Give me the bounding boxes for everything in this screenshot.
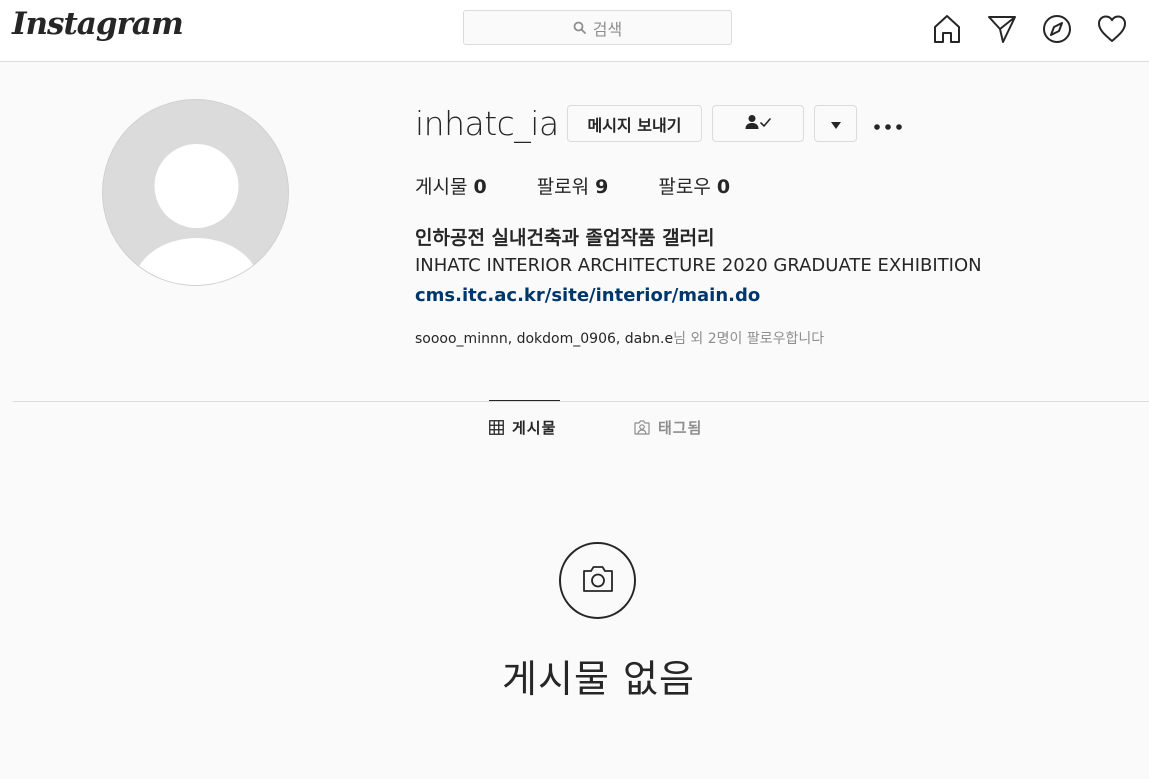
suggestions-dropdown-button[interactable] (814, 105, 857, 142)
stat-posts-label: 게시물 (415, 176, 468, 198)
followed-by-suffix: 님 외 2명이 팔로우합니다 (673, 331, 825, 347)
home-icon[interactable] (930, 12, 964, 46)
profile-username: inhatc_ia (415, 104, 559, 143)
tab-posts-label: 게시물 (512, 418, 557, 437)
default-avatar-icon (103, 100, 288, 285)
bio-description: INHATC INTERIOR ARCHITECTURE 2020 GRADUA… (415, 255, 982, 276)
grid-icon (489, 419, 504, 435)
stat-followers[interactable]: 팔로워 9 (537, 172, 609, 199)
empty-state-camera-circle (559, 542, 636, 619)
activity-heart-icon[interactable] (1095, 12, 1129, 46)
search-placeholder: 검색 (592, 19, 623, 39)
profile-stats: 게시물 0 팔로워 9 팔로우 0 (415, 172, 780, 199)
more-dots-icon (874, 115, 902, 134)
camera-icon (582, 565, 614, 597)
search-input[interactable]: 검색 (463, 10, 732, 45)
stat-following-value: 0 (716, 176, 731, 198)
direct-send-icon[interactable] (985, 12, 1019, 46)
top-nav: Instagram 검색 (0, 0, 1149, 62)
nav-icons (930, 12, 1129, 46)
tab-tagged[interactable]: 태그됨 (634, 401, 702, 453)
tagged-person-icon (634, 419, 650, 435)
stat-followers-value: 9 (595, 176, 609, 198)
following-button[interactable] (712, 105, 804, 142)
tab-tagged-label: 태그됨 (658, 418, 703, 437)
caret-down-icon (830, 114, 841, 133)
tabs-divider (13, 401, 1149, 402)
followed-by-names: soooo_minnn, dokdom_0906, dabn.e (415, 331, 674, 347)
empty-state-title: 게시물 없음 (502, 657, 695, 701)
stat-posts: 게시물 0 (415, 172, 487, 199)
stat-following[interactable]: 팔로우 0 (658, 172, 730, 199)
message-button[interactable]: 메시지 보내기 (567, 105, 702, 142)
instagram-logo[interactable]: Instagram (12, 6, 184, 42)
bio-link[interactable]: cms.itc.ac.kr/site/interior/main.do (415, 285, 760, 306)
more-options-button[interactable] (872, 110, 904, 138)
bio-name: 인하공전 실내건축과 졸업작품 갤러리 (415, 227, 715, 249)
search-icon (573, 21, 586, 34)
stat-following-label: 팔로우 (658, 176, 711, 198)
person-check-icon (744, 114, 772, 134)
explore-compass-icon[interactable] (1040, 12, 1074, 46)
followed-by[interactable]: soooo_minnn, dokdom_0906, dabn.e님 외 2명이 … (415, 328, 824, 348)
stat-followers-label: 팔로워 (536, 176, 590, 198)
stat-posts-value: 0 (473, 176, 487, 198)
tab-posts[interactable]: 게시물 (489, 400, 561, 453)
profile-avatar[interactable] (102, 99, 289, 286)
